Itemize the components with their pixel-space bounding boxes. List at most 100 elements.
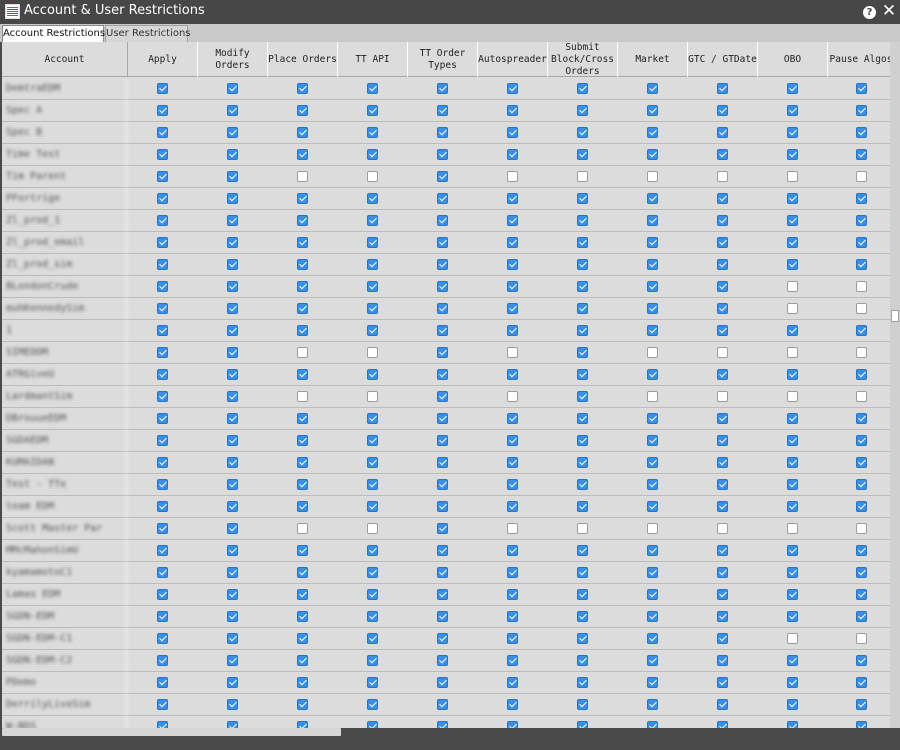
- table-row[interactable]: Lamas EDM: [2, 584, 890, 606]
- gtc-gtdate-checkbox[interactable]: [717, 325, 728, 336]
- market-checkbox[interactable]: [647, 149, 658, 160]
- gtc-gtdate-checkbox[interactable]: [717, 699, 728, 710]
- tt-order-types-checkbox[interactable]: [437, 479, 448, 490]
- market-checkbox[interactable]: [647, 501, 658, 512]
- submit-block-cross-orders-checkbox[interactable]: [577, 633, 588, 644]
- apply-checkbox[interactable]: [157, 127, 168, 138]
- modify-orders-checkbox[interactable]: [227, 633, 238, 644]
- autospreader-checkbox[interactable]: [507, 391, 518, 402]
- autospreader-checkbox[interactable]: [507, 105, 518, 116]
- autospreader-checkbox[interactable]: [507, 435, 518, 446]
- table-row[interactable]: SGDN-EDM-C1: [2, 628, 890, 650]
- pause-algos-checkbox[interactable]: [856, 677, 867, 688]
- tt-api-checkbox[interactable]: [367, 369, 378, 380]
- market-checkbox[interactable]: [647, 193, 658, 204]
- submit-block-cross-orders-checkbox[interactable]: [577, 127, 588, 138]
- apply-checkbox[interactable]: [157, 391, 168, 402]
- tt-api-checkbox[interactable]: [367, 457, 378, 468]
- place-orders-checkbox[interactable]: [297, 479, 308, 490]
- obo-checkbox[interactable]: [787, 655, 798, 666]
- market-checkbox[interactable]: [647, 479, 658, 490]
- tt-order-types-checkbox[interactable]: [437, 633, 448, 644]
- column-header-modify-orders[interactable]: Modify Orders: [198, 42, 268, 77]
- obo-checkbox[interactable]: [787, 457, 798, 468]
- submit-block-cross-orders-checkbox[interactable]: [577, 237, 588, 248]
- apply-checkbox[interactable]: [157, 501, 168, 512]
- tt-order-types-checkbox[interactable]: [437, 127, 448, 138]
- apply-checkbox[interactable]: [157, 677, 168, 688]
- gtc-gtdate-checkbox[interactable]: [717, 655, 728, 666]
- apply-checkbox[interactable]: [157, 567, 168, 578]
- submit-block-cross-orders-checkbox[interactable]: [577, 215, 588, 226]
- apply-checkbox[interactable]: [157, 369, 168, 380]
- gtc-gtdate-checkbox[interactable]: [717, 281, 728, 292]
- gtc-gtdate-checkbox[interactable]: [717, 589, 728, 600]
- obo-checkbox[interactable]: [787, 435, 798, 446]
- tt-order-types-checkbox[interactable]: [437, 545, 448, 556]
- modify-orders-checkbox[interactable]: [227, 303, 238, 314]
- autospreader-checkbox[interactable]: [507, 325, 518, 336]
- pause-algos-checkbox[interactable]: [856, 545, 867, 556]
- apply-checkbox[interactable]: [157, 303, 168, 314]
- table-row[interactable]: SIMEDDM: [2, 342, 890, 364]
- apply-checkbox[interactable]: [157, 325, 168, 336]
- apply-checkbox[interactable]: [157, 699, 168, 710]
- modify-orders-checkbox[interactable]: [227, 259, 238, 270]
- table-row[interactable]: Scott Master Par: [2, 518, 890, 540]
- column-header-market[interactable]: Market: [618, 42, 688, 77]
- obo-checkbox[interactable]: [787, 215, 798, 226]
- submit-block-cross-orders-checkbox[interactable]: [577, 545, 588, 556]
- place-orders-checkbox[interactable]: [297, 127, 308, 138]
- place-orders-checkbox[interactable]: [297, 655, 308, 666]
- table-row[interactable]: Zl_prod_sim: [2, 254, 890, 276]
- gtc-gtdate-checkbox[interactable]: [717, 479, 728, 490]
- modify-orders-checkbox[interactable]: [227, 369, 238, 380]
- tt-api-checkbox[interactable]: [367, 435, 378, 446]
- apply-checkbox[interactable]: [157, 633, 168, 644]
- column-header-obo[interactable]: OBO: [758, 42, 828, 77]
- pause-algos-checkbox[interactable]: [856, 567, 867, 578]
- pause-algos-checkbox[interactable]: [856, 149, 867, 160]
- pause-algos-checkbox[interactable]: [856, 325, 867, 336]
- modify-orders-checkbox[interactable]: [227, 545, 238, 556]
- market-checkbox[interactable]: [647, 457, 658, 468]
- obo-checkbox[interactable]: [787, 523, 798, 534]
- submit-block-cross-orders-checkbox[interactable]: [577, 699, 588, 710]
- autospreader-checkbox[interactable]: [507, 677, 518, 688]
- submit-block-cross-orders-checkbox[interactable]: [577, 369, 588, 380]
- submit-block-cross-orders-checkbox[interactable]: [577, 457, 588, 468]
- obo-checkbox[interactable]: [787, 721, 798, 728]
- horizontal-scrollbar[interactable]: [2, 728, 890, 736]
- place-orders-checkbox[interactable]: [297, 325, 308, 336]
- market-checkbox[interactable]: [647, 699, 658, 710]
- tt-order-types-checkbox[interactable]: [437, 721, 448, 728]
- tt-api-checkbox[interactable]: [367, 545, 378, 556]
- place-orders-checkbox[interactable]: [297, 303, 308, 314]
- pause-algos-checkbox[interactable]: [856, 83, 867, 94]
- modify-orders-checkbox[interactable]: [227, 413, 238, 424]
- submit-block-cross-orders-checkbox[interactable]: [577, 171, 588, 182]
- market-checkbox[interactable]: [647, 237, 658, 248]
- table-row[interactable]: SGDN-EDM-C2: [2, 650, 890, 672]
- modify-orders-checkbox[interactable]: [227, 457, 238, 468]
- autospreader-checkbox[interactable]: [507, 193, 518, 204]
- apply-checkbox[interactable]: [157, 413, 168, 424]
- gtc-gtdate-checkbox[interactable]: [717, 105, 728, 116]
- autospreader-checkbox[interactable]: [507, 369, 518, 380]
- obo-checkbox[interactable]: [787, 127, 798, 138]
- apply-checkbox[interactable]: [157, 105, 168, 116]
- tt-order-types-checkbox[interactable]: [437, 149, 448, 160]
- place-orders-checkbox[interactable]: [297, 721, 308, 728]
- place-orders-checkbox[interactable]: [297, 611, 308, 622]
- gtc-gtdate-checkbox[interactable]: [717, 413, 728, 424]
- table-row[interactable]: BLondonCrude: [2, 276, 890, 298]
- modify-orders-checkbox[interactable]: [227, 501, 238, 512]
- tt-api-checkbox[interactable]: [367, 413, 378, 424]
- gtc-gtdate-checkbox[interactable]: [717, 457, 728, 468]
- autospreader-checkbox[interactable]: [507, 611, 518, 622]
- obo-checkbox[interactable]: [787, 259, 798, 270]
- tt-api-checkbox[interactable]: [367, 281, 378, 292]
- close-icon[interactable]: ✕: [881, 2, 897, 20]
- modify-orders-checkbox[interactable]: [227, 325, 238, 336]
- table-row[interactable]: PFortrige: [2, 188, 890, 210]
